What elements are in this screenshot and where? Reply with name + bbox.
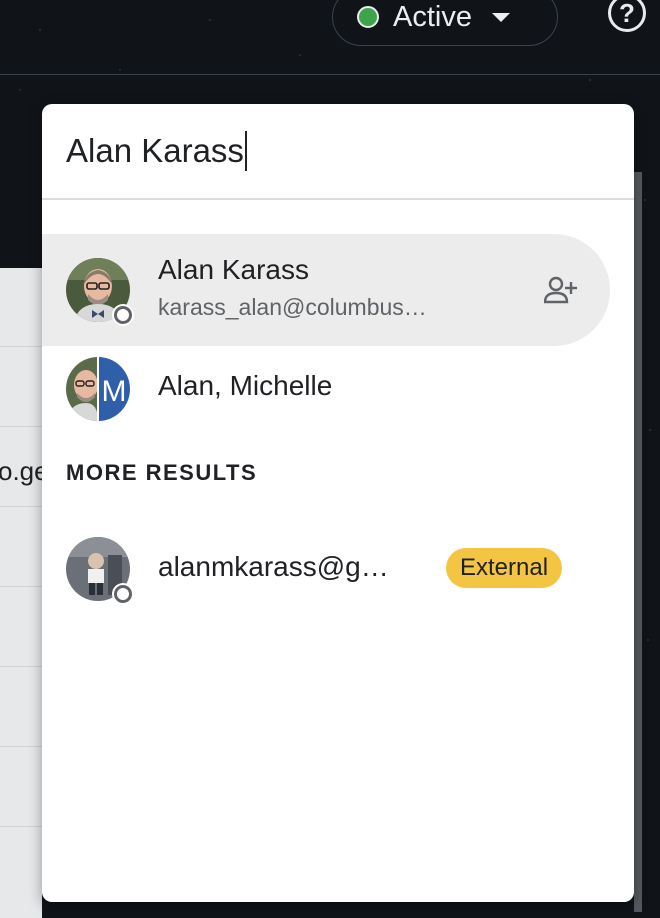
external-badge: External (446, 548, 563, 588)
status-label: Active (393, 0, 472, 33)
result-name: Alan, Michelle (158, 370, 333, 401)
search-input[interactable]: Alan Karass (42, 104, 634, 200)
text-cursor (244, 131, 247, 171)
group-avatar: M (66, 357, 130, 421)
more-results-heading: MORE RESULTS (66, 460, 258, 485)
status-selector[interactable]: Active (332, 0, 558, 46)
background-scroll-edge (634, 172, 642, 912)
result-item[interactable]: alanmkarass@g… External (42, 524, 610, 614)
status-dot-icon (357, 6, 379, 28)
caret-down-icon (491, 12, 510, 22)
background-divider (0, 426, 42, 427)
result-text: Alan, Michelle (158, 370, 332, 402)
header-divider (0, 74, 660, 75)
result-email: karass_alan@columbus… (158, 294, 427, 320)
search-value: Alan Karass (66, 132, 244, 169)
background-divider (0, 506, 42, 507)
result-name: alanmkarass@g… (158, 551, 389, 582)
avatar (66, 258, 132, 324)
result-text: Alan Karass karass_alan@columbus… (158, 254, 427, 321)
background-divider (0, 586, 42, 587)
offline-status-icon (114, 306, 132, 324)
background-divider (0, 346, 42, 347)
result-name: Alan Karass (158, 254, 309, 285)
background-page: o.ge (0, 268, 49, 918)
avatar-letter: M (102, 375, 127, 408)
result-item[interactable]: Alan Karass karass_alan@columbus… (42, 234, 610, 346)
group-photo-icon: M (66, 357, 130, 421)
help-glyph: ? (619, 0, 635, 28)
result-item[interactable]: M Alan, Michelle (42, 354, 610, 424)
background-divider (0, 666, 42, 667)
avatar (66, 537, 132, 603)
background-divider (0, 826, 42, 827)
people-search-dropdown: Alan Karass Alan Karass karass_alan@colu… (42, 104, 634, 902)
offline-status-icon (114, 585, 132, 603)
background-divider (0, 746, 42, 747)
add-person-icon[interactable] (544, 276, 578, 304)
result-text: alanmkarass@g… (158, 551, 389, 583)
